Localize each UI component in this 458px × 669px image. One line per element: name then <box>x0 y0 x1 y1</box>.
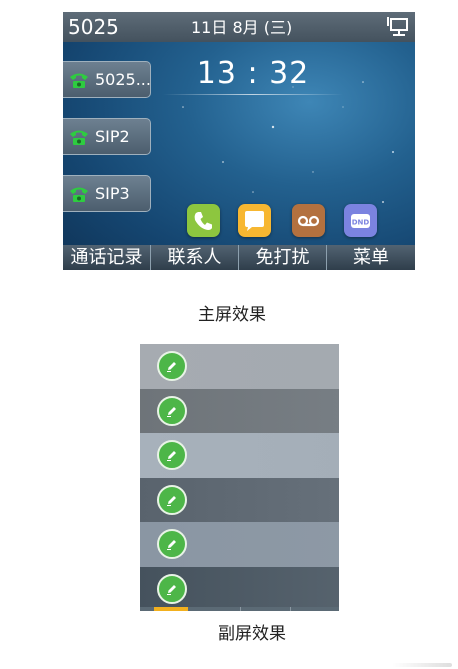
sub-screen-row-6[interactable] <box>140 566 339 611</box>
page-separator <box>240 607 241 611</box>
line-key-label: SIP2 <box>95 127 130 146</box>
phone-app-icon[interactable] <box>187 204 220 237</box>
sub-screen-row-1[interactable] <box>140 344 339 389</box>
sub-screen-row-5[interactable] <box>140 522 339 567</box>
dnd-app-icon[interactable]: DND <box>344 204 377 237</box>
message-app-icon[interactable] <box>238 204 271 237</box>
edit-icon <box>157 484 187 515</box>
voicemail-app-icon[interactable] <box>292 204 325 237</box>
soft-key-history[interactable]: 通话记录 <box>63 245 151 270</box>
phone-icon <box>70 130 88 145</box>
chat-bubble-icon <box>245 211 264 231</box>
clock: 13 : 32 <box>196 56 310 91</box>
voicemail-icon <box>297 215 320 227</box>
dnd-text: DND <box>352 219 370 227</box>
line-key-2[interactable]: SIP2 <box>63 118 151 155</box>
account-number: 5025 <box>68 15 119 39</box>
network-icon <box>387 17 408 36</box>
sub-screen-page-indicator <box>154 607 188 611</box>
soft-key-directory[interactable]: 联系人 <box>151 245 239 270</box>
line-key-3[interactable]: SIP3 <box>63 175 151 212</box>
edit-icon <box>157 395 187 426</box>
main-screen: 5025 11日 8月 (三) 13 : 32 5025... SIP2 SIP… <box>63 12 415 270</box>
date-display: 11日 8月 (三) <box>191 18 293 37</box>
line-key-1[interactable]: 5025... <box>63 61 151 98</box>
edit-icon <box>157 440 187 470</box>
corner-mark <box>392 663 452 667</box>
handset-icon <box>194 212 212 230</box>
sub-screen-row-2[interactable] <box>140 388 339 433</box>
clock-underline <box>163 94 343 95</box>
dnd-icon: DND <box>351 214 370 228</box>
soft-key-dnd[interactable]: 免打扰 <box>239 245 327 270</box>
main-screen-caption: 主屏效果 <box>198 305 266 325</box>
phone-icon <box>70 187 88 202</box>
edit-icon <box>157 573 187 604</box>
soft-key-menu[interactable]: 菜单 <box>327 245 415 270</box>
phone-icon <box>70 73 88 88</box>
status-bar: 5025 11日 8月 (三) <box>63 12 415 42</box>
edit-icon <box>157 351 187 381</box>
edit-icon <box>157 529 187 559</box>
soft-key-bar: 通话记录 联系人 免打扰 菜单 <box>63 245 415 270</box>
line-key-label: 5025... <box>95 70 151 89</box>
sub-screen <box>140 344 339 611</box>
page-separator <box>290 607 291 611</box>
line-key-label: SIP3 <box>95 184 130 203</box>
sub-screen-caption: 副屏效果 <box>218 624 286 644</box>
sub-screen-row-3[interactable] <box>140 433 339 478</box>
sub-screen-row-4[interactable] <box>140 477 339 522</box>
